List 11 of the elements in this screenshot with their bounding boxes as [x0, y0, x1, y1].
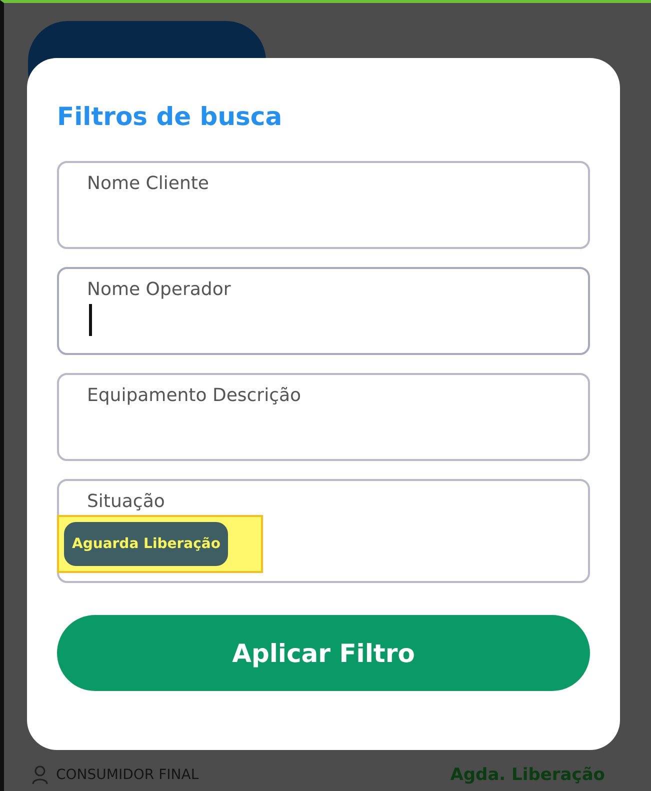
input-field[interactable]: Situação Aguarda Liberação	[57, 479, 590, 583]
status-label: Agda. Liberação	[450, 765, 605, 785]
apply-filter-button[interactable]: Aplicar Filtro	[57, 615, 590, 691]
input-field[interactable]: Nome Cliente	[57, 161, 590, 249]
text-cursor	[89, 304, 92, 336]
input-field[interactable]: Equipamento Descrição	[57, 373, 590, 461]
person-icon	[32, 765, 48, 785]
input-field[interactable]: Nome Operador	[57, 267, 590, 355]
dialog-title: Filtros de busca	[57, 102, 284, 131]
status-chip[interactable]: Aguarda Liberação	[64, 522, 228, 566]
client-name: CONSUMIDOR FINAL	[56, 767, 199, 783]
